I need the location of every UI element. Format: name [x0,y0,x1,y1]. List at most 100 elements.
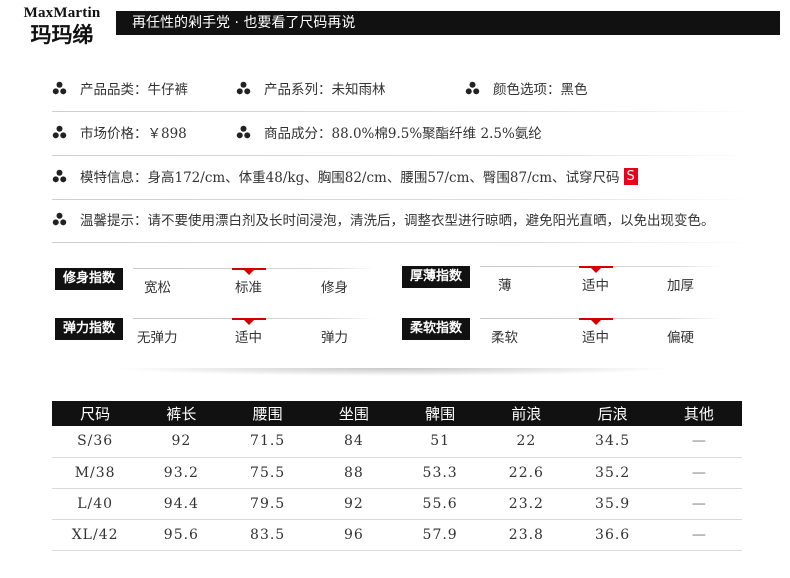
table-cell: 92 [310,488,397,520]
index-thickness-option: 适中 [582,278,609,294]
table-cell: 34.5 [569,426,656,458]
table-cell: 51 [397,426,484,458]
index-fit-label: 修身指数 [55,268,123,290]
column-header: 坐围 [310,401,397,426]
column-header: 裤长 [138,401,225,426]
header-slogan-bar: 再任性的剁手党 · 也要看了尺码再说 [116,11,780,35]
table-cell: 23.2 [483,488,570,520]
table-cell: — [655,426,742,458]
index-fit-option: 修身 [321,280,348,296]
size-table-header: 尺码 裤长 腰围 坐围 髀围 前浪 后浪 其他 [52,401,742,426]
index-fit-option: 宽松 [144,280,171,296]
divider [52,242,752,243]
table-cell: 88 [310,457,397,489]
info-price: 市场价格：￥898 [52,120,187,144]
table-row: S/36 92 71.5 84 51 22 34.5 — [52,426,742,458]
info-price-text: 市场价格：￥898 [80,126,187,142]
info-series: 产品系列：未知雨林 [236,76,386,100]
index-stretch-option: 适中 [235,330,262,346]
index-stretch: 弹力指数 无弹力 适中 弹力 [55,318,375,350]
table-cell: 35.2 [569,457,656,489]
table-cell: 57.9 [397,519,484,551]
table-cell: 94.4 [138,488,225,520]
info-category-text: 产品品类：牛仔裤 [80,82,188,98]
divider [52,155,752,156]
column-header: 腰围 [224,401,311,426]
divider [52,111,752,112]
brand-name-en: MaxMartin [23,5,101,21]
table-cell: 22 [483,426,570,458]
table-cell: 96 [310,519,397,551]
index-thickness-option: 薄 [498,278,512,294]
index-thickness-option: 加厚 [667,278,694,294]
table-row: M/38 93.2 75.5 88 53.3 22.6 35.2 — [52,457,742,489]
column-header: 髀围 [397,401,484,426]
size-table: 尺码 裤长 腰围 坐围 髀围 前浪 后浪 其他 S/36 92 71.5 84 … [52,401,742,551]
column-header: 其他 [655,401,742,426]
table-cell: 23.8 [483,519,570,551]
index-softness: 柔软指数 柔软 适中 偏硬 [402,318,722,350]
info-model: 模特信息：身高172/cm、体重48/kg、胸围82/cm、腰围57/cm、臀围… [52,164,638,188]
model-size-badge: S [623,167,638,185]
header-slogan: 再任性的剁手党 · 也要看了尺码再说 [132,15,356,31]
trefoil-bullet-icon [236,125,251,138]
brand-name-cn: 玛玛绨 [30,22,94,47]
table-cell: M/38 [52,457,139,489]
table-cell: 35.9 [569,488,656,520]
section-divider-shadow [110,368,676,376]
index-fit: 修身指数 宽松 标准 修身 [55,268,375,300]
index-fit-option: 标准 [235,280,262,296]
info-material-text: 商品成分：88.0%棉9.5%聚酯纤维 2.5%氨纶 [264,126,542,142]
table-cell: — [655,519,742,551]
index-thickness-label: 厚薄指数 [402,266,470,288]
index-softness-option: 偏硬 [667,330,694,346]
index-softness-label: 柔软指数 [402,318,470,340]
info-row-model: 模特信息：身高172/cm、体重48/kg、胸围82/cm、腰围57/cm、臀围… [52,164,752,200]
table-cell: 95.6 [138,519,225,551]
info-category: 产品品类：牛仔裤 [52,76,188,100]
table-cell: 55.6 [397,488,484,520]
table-cell: 22.6 [483,457,570,489]
index-softness-option: 适中 [582,330,609,346]
column-header: 前浪 [483,401,570,426]
index-thickness: 厚薄指数 薄 适中 加厚 [402,266,722,298]
column-header: 尺码 [52,401,139,426]
info-row-price: 市场价格：￥898 商品成分：88.0%棉9.5%聚酯纤维 2.5%氨纶 [52,120,752,156]
selected-marker [579,266,613,273]
info-row-care: 温馨提示：请不要使用漂白剂及长时间浸泡，清洗后，调整衣型进行晾晒，避免阳光直晒，… [52,207,752,243]
trefoil-bullet-icon [465,81,480,94]
index-stretch-option: 弹力 [321,330,348,346]
info-material: 商品成分：88.0%棉9.5%聚酯纤维 2.5%氨纶 [236,120,542,144]
trefoil-bullet-icon [52,212,67,225]
info-color: 颜色选项：黑色 [465,76,588,100]
table-cell: L/40 [52,488,139,520]
trefoil-bullet-icon [52,125,67,138]
table-cell: 84 [310,426,397,458]
info-color-text: 颜色选项：黑色 [493,82,588,98]
table-row: L/40 94.4 79.5 92 55.6 23.2 35.9 — [52,488,742,520]
selected-marker [232,268,266,275]
info-care: 温馨提示：请不要使用漂白剂及长时间浸泡，清洗后，调整衣型进行晾晒，避免阳光直晒，… [52,207,715,231]
info-row-product: 产品品类：牛仔裤 产品系列：未知雨林 颜色选项：黑色 [52,76,752,112]
table-cell: 79.5 [224,488,311,520]
table-cell: 83.5 [224,519,311,551]
table-cell: 93.2 [138,457,225,489]
info-series-text: 产品系列：未知雨林 [264,82,386,98]
column-header: 后浪 [569,401,656,426]
selected-marker [579,318,613,325]
brand-logo: MaxMartin 玛玛绨 [14,5,110,47]
table-cell: 36.6 [569,519,656,551]
trefoil-bullet-icon [236,81,251,94]
table-cell: 75.5 [224,457,311,489]
info-care-text: 温馨提示：请不要使用漂白剂及长时间浸泡，清洗后，调整衣型进行晾晒，避免阳光直晒，… [80,213,715,229]
table-cell: — [655,488,742,520]
table-cell: — [655,457,742,489]
table-cell: 53.3 [397,457,484,489]
index-stretch-option: 无弹力 [137,330,178,346]
index-softness-option: 柔软 [491,330,518,346]
divider [52,199,752,200]
index-stretch-label: 弹力指数 [55,318,123,340]
table-cell: S/36 [52,426,139,458]
table-cell: 71.5 [224,426,311,458]
selected-marker [232,318,266,325]
